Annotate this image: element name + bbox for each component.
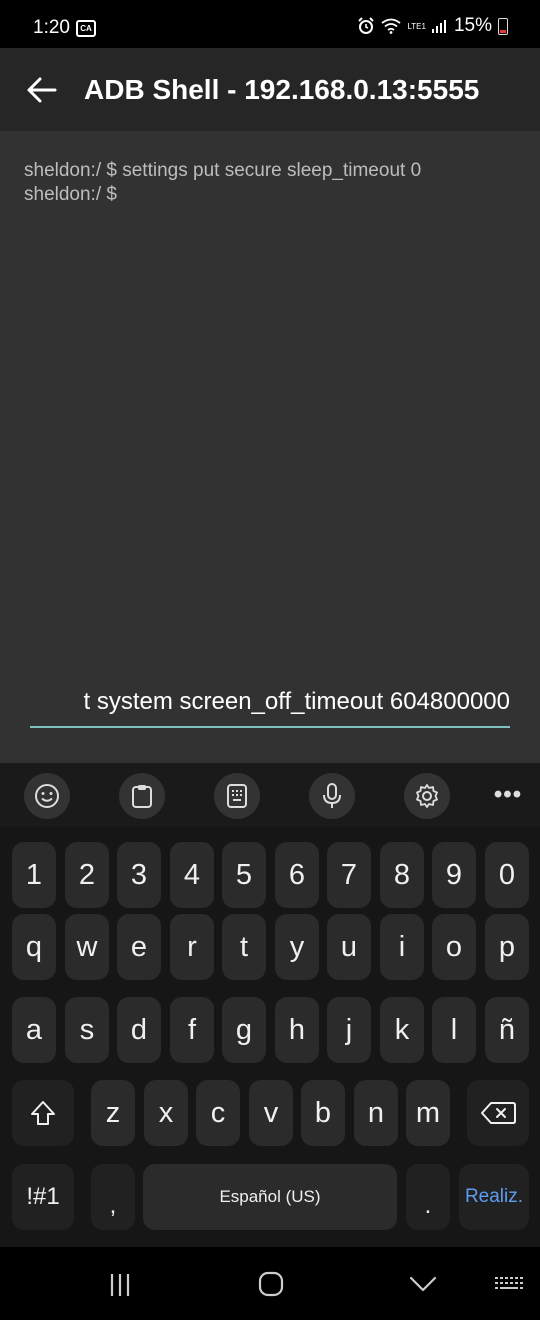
key-5[interactable]: 5 [222,842,266,908]
ca-icon: CA [76,20,96,37]
key-y[interactable]: y [275,914,319,980]
app-bar: ADB Shell - 192.168.0.13:5555 [0,48,540,131]
keyboard-switch-icon[interactable] [490,1267,530,1301]
key-8[interactable]: 8 [380,842,424,908]
key-9[interactable]: 9 [432,842,476,908]
key-e[interactable]: e [117,914,161,980]
clipboard-button[interactable] [119,773,165,819]
key-d[interactable]: d [117,997,161,1063]
key-a[interactable]: a [12,997,56,1063]
key-j[interactable]: j [327,997,371,1063]
system-nav-bar [0,1247,540,1320]
alarm-icon [358,17,375,34]
key-p[interactable]: p [485,914,529,980]
comma-key[interactable]: , [91,1164,135,1230]
recents-icon[interactable] [100,1267,140,1301]
battery-icon [498,17,508,35]
key-x[interactable]: x [144,1080,188,1146]
clipboard-icon [132,785,152,808]
status-bar: 1:20 CA LTE1 15% [0,0,540,48]
key-2[interactable]: 2 [65,842,109,908]
page-title: ADB Shell - 192.168.0.13:5555 [84,74,480,105]
key-t[interactable]: t [222,914,266,980]
key-n[interactable]: n [354,1080,398,1146]
key-z[interactable]: z [91,1080,135,1146]
keyboard-settings-button[interactable] [404,773,450,819]
backspace-icon [481,1102,516,1124]
key-c[interactable]: c [196,1080,240,1146]
key-s[interactable]: s [65,997,109,1063]
key-u[interactable]: u [327,914,371,980]
key-g[interactable]: g [222,997,266,1063]
shift-key[interactable] [12,1080,74,1146]
key-m[interactable]: m [406,1080,450,1146]
back-arrow-icon[interactable] [26,74,58,106]
key-r[interactable]: r [170,914,214,980]
terminal-line: sheldon:/ $ [24,184,117,205]
key-1[interactable]: 1 [12,842,56,908]
terminal-line: sheldon:/ $ settings put secure sleep_ti… [24,160,422,181]
keyboard-toolbar: ••• [0,763,540,827]
key-0[interactable]: 0 [485,842,529,908]
emoji-button[interactable] [24,773,70,819]
key-i[interactable]: i [380,914,424,980]
voice-input-button[interactable] [309,773,355,819]
status-indicators: LTE1 15% [357,14,508,38]
backspace-key[interactable] [467,1080,529,1146]
key-l[interactable]: l [432,997,476,1063]
emoji-icon [35,784,59,808]
key-6[interactable]: 6 [275,842,319,908]
key-7[interactable]: 7 [327,842,371,908]
more-icon[interactable]: ••• [490,781,526,811]
keyboard-mode-icon [227,784,247,808]
settings-icon [416,784,438,808]
key-o[interactable]: o [432,914,476,980]
terminal-output: sheldon:/ $ settings put secure sleep_ti… [0,131,540,763]
wifi-icon [381,18,401,34]
keyboard: 1 2 3 4 5 6 7 8 9 0 q w e r t y u i o p … [0,827,540,1247]
home-icon[interactable] [251,1267,291,1301]
shift-icon [31,1101,55,1125]
battery-percent: 15% [453,15,492,36]
key-w[interactable]: w [65,914,109,980]
key-b[interactable]: b [301,1080,345,1146]
terminal-lines: sheldon:/ $ settings put secure sleep_ti… [24,159,421,207]
back-chevron-icon[interactable] [403,1267,443,1301]
key-v[interactable]: v [249,1080,293,1146]
key-enye[interactable]: ñ [485,997,529,1063]
command-input-field[interactable]: t system screen_off_timeout 604800000 [30,684,510,728]
key-3[interactable]: 3 [117,842,161,908]
key-h[interactable]: h [275,997,319,1063]
signal-icon [431,20,446,33]
symbols-key[interactable]: !#1 [12,1164,74,1230]
lte-label: LTE1 [407,21,426,31]
microphone-icon [323,783,341,808]
key-q[interactable]: q [12,914,56,980]
status-time: 1:20 [33,17,70,38]
period-key[interactable]: . [406,1164,450,1230]
key-f[interactable]: f [170,997,214,1063]
key-k[interactable]: k [380,997,424,1063]
space-key[interactable]: Español (US) [143,1164,397,1230]
done-key[interactable]: Realiz. [459,1164,529,1230]
key-4[interactable]: 4 [170,842,214,908]
command-input-value[interactable]: t system screen_off_timeout 604800000 [84,688,511,716]
keyboard-mode-button[interactable] [214,773,260,819]
